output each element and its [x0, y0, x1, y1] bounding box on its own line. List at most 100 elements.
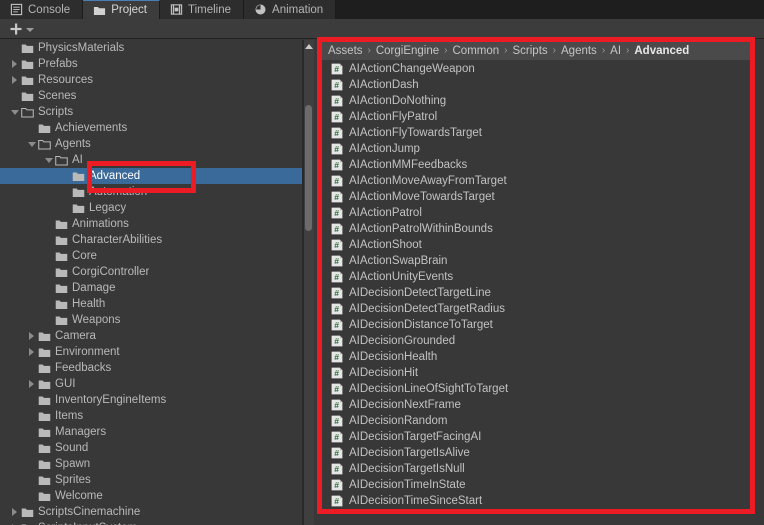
tree-item-advanced[interactable]: Advanced — [0, 168, 302, 184]
breadcrumb-item-ai[interactable]: AI — [610, 45, 621, 57]
twisty-closed-icon[interactable] — [8, 504, 21, 520]
tree-item-items[interactable]: Items — [0, 408, 302, 424]
breadcrumb-item-assets[interactable]: Assets — [328, 45, 363, 57]
scrollbar-thumb[interactable] — [305, 105, 312, 231]
asset-list-item[interactable]: # AIDecisionTimeInState — [322, 477, 752, 493]
tree-item-inventoryengineitems[interactable]: InventoryEngineItems — [0, 392, 302, 408]
asset-list-item[interactable]: # AIDecisionTargetIsAlive — [322, 445, 752, 461]
tree-item-legacy[interactable]: Legacy — [0, 200, 302, 216]
asset-list-item[interactable]: # AIActionFlyTowardsTarget — [322, 125, 752, 141]
folder-icon — [38, 380, 51, 389]
asset-list-item[interactable]: # AIDecisionHealth — [322, 349, 752, 365]
tree-item-gui[interactable]: GUI — [0, 376, 302, 392]
asset-name: AIActionPatrolWithinBounds — [349, 223, 493, 235]
tree-item-sound[interactable]: Sound — [0, 440, 302, 456]
twisty-closed-icon[interactable] — [25, 328, 38, 344]
asset-list-item[interactable]: # AIDecisionDetectTargetLine — [322, 285, 752, 301]
folder-icon — [55, 236, 68, 245]
tree-item-health[interactable]: Health — [0, 296, 302, 312]
tree-item-environment[interactable]: Environment — [0, 344, 302, 360]
asset-list-item[interactable]: # AIActionUnityEvents — [322, 269, 752, 285]
asset-list-item[interactable]: # AIDecisionHit — [322, 365, 752, 381]
scroll-up-arrow-icon[interactable] — [305, 44, 313, 49]
tree-item-damage[interactable]: Damage — [0, 280, 302, 296]
asset-list-item[interactable]: # AIDecisionGrounded — [322, 333, 752, 349]
asset-list-item[interactable]: # AIActionPatrol — [322, 205, 752, 221]
tab-console[interactable]: Console — [0, 0, 84, 19]
asset-list-item[interactable]: # AIActionPatrolWithinBounds — [322, 221, 752, 237]
twisty-closed-icon[interactable] — [25, 344, 38, 360]
twisty-closed-icon[interactable] — [8, 56, 21, 72]
asset-list-item[interactable]: # AIActionMoveAwayFromTarget — [322, 173, 752, 189]
asset-list-item[interactable]: # AIActionShoot — [322, 237, 752, 253]
asset-list-item[interactable]: # AIActionSwapBrain — [322, 253, 752, 269]
asset-list-item[interactable]: # AIDecisionTargetFacingAI — [322, 429, 752, 445]
tree-item-physicsmaterials[interactable]: PhysicsMaterials — [0, 40, 302, 56]
asset-list-item[interactable]: # AIActionMMFeedbacks — [322, 157, 752, 173]
pane-splitter[interactable] — [302, 40, 304, 525]
tree-item-welcome[interactable]: Welcome — [0, 488, 302, 504]
breadcrumb-item-scripts[interactable]: Scripts — [513, 45, 548, 57]
tree-item-resources[interactable]: Resources — [0, 72, 302, 88]
tree-item-prefabs[interactable]: Prefabs — [0, 56, 302, 72]
asset-list-item[interactable]: # AIDecisionRandom — [322, 413, 752, 429]
tree-item-ai[interactable]: AI — [0, 152, 302, 168]
asset-list-item[interactable]: # AIActionDash — [322, 77, 752, 93]
asset-list-item[interactable]: # AIDecisionDistanceToTarget — [322, 317, 752, 333]
tree-item-scriptsinputsystem[interactable]: ScriptsInputSystem — [0, 520, 302, 525]
tree-item-animations[interactable]: Animations — [0, 216, 302, 232]
asset-list-item[interactable]: # AIDecisionDetectTargetRadius — [322, 301, 752, 317]
tab-timeline[interactable]: Timeline — [160, 0, 245, 19]
asset-list-item[interactable]: # AIDecisionNextFrame — [322, 397, 752, 413]
tree-item-achievements[interactable]: Achievements — [0, 120, 302, 136]
breadcrumb-item-corgiengine[interactable]: CorgiEngine — [376, 45, 439, 57]
tree-item-automation[interactable]: Automation — [0, 184, 302, 200]
tree-item-camera[interactable]: Camera — [0, 328, 302, 344]
asset-list-item[interactable]: # AIDecisionTimeSinceStart — [322, 493, 752, 509]
add-asset-button[interactable] — [6, 21, 37, 37]
tree-item-managers[interactable]: Managers — [0, 424, 302, 440]
tree-item-weapons[interactable]: Weapons — [0, 312, 302, 328]
asset-name: AIActionMoveTowardsTarget — [349, 191, 495, 203]
asset-name: AIDecisionRandom — [349, 415, 448, 427]
twisty-open-icon[interactable] — [25, 136, 38, 152]
tab-project[interactable]: Project — [83, 0, 160, 19]
tree-item-scripts[interactable]: Scripts — [0, 104, 302, 120]
folder-icon — [38, 124, 51, 133]
tree-item-feedbacks[interactable]: Feedbacks — [0, 360, 302, 376]
tree-item-label: Core — [72, 250, 97, 262]
asset-list-item[interactable]: # AIActionFlyPatrol — [322, 109, 752, 125]
twisty-open-icon[interactable] — [42, 152, 55, 168]
tree-item-spawn[interactable]: Spawn — [0, 456, 302, 472]
twisty-closed-icon[interactable] — [8, 520, 21, 525]
tree-item-corgicontroller[interactable]: CorgiController — [0, 264, 302, 280]
asset-list-item[interactable]: # AIActionMoveTowardsTarget — [322, 189, 752, 205]
chevron-down-icon[interactable] — [26, 27, 34, 32]
folder-icon — [38, 444, 51, 453]
twisty-closed-icon[interactable] — [8, 72, 21, 88]
twisty-closed-icon[interactable] — [25, 376, 38, 392]
csharp-script-icon: # — [331, 383, 343, 395]
asset-list-item[interactable]: # AIDecisionLineOfSightToTarget — [322, 381, 752, 397]
asset-name: AIActionChangeWeapon — [349, 63, 475, 75]
breadcrumb-item-common[interactable]: Common — [453, 45, 500, 57]
folder-tree-scrollbar[interactable] — [303, 40, 314, 525]
breadcrumb-item-agents[interactable]: Agents — [561, 45, 597, 57]
twisty-open-icon[interactable] — [8, 104, 21, 120]
breadcrumb-item-advanced[interactable]: Advanced — [634, 45, 689, 57]
tree-item-scriptscinemachine[interactable]: ScriptsCinemachine — [0, 504, 302, 520]
asset-list-item[interactable]: # AIActionJump — [322, 141, 752, 157]
asset-list-item[interactable]: # AIActionChangeWeapon — [322, 61, 752, 77]
folder-icon — [21, 92, 34, 101]
tree-item-characterabilities[interactable]: CharacterAbilities — [0, 232, 302, 248]
asset-list-item[interactable]: # AIDecisionTargetIsNull — [322, 461, 752, 477]
tree-item-sprites[interactable]: Sprites — [0, 472, 302, 488]
tab-animation[interactable]: Animation — [244, 0, 337, 19]
tree-item-scenes[interactable]: Scenes — [0, 88, 302, 104]
asset-name: AIActionDoNothing — [349, 95, 447, 107]
asset-list-item[interactable]: # AIActionDoNothing — [322, 93, 752, 109]
tree-item-core[interactable]: Core — [0, 248, 302, 264]
tree-item-agents[interactable]: Agents — [0, 136, 302, 152]
